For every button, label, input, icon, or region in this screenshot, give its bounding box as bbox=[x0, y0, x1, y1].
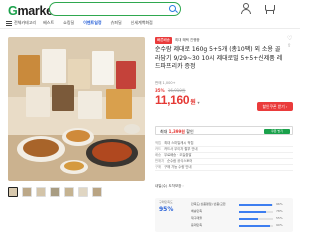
user-icon[interactable] bbox=[240, 3, 251, 14]
badge-row: 빠른배송 최대 혜택 진행중 bbox=[155, 37, 200, 44]
cart-icon[interactable] bbox=[264, 3, 275, 13]
share-icon[interactable]: ⇪ bbox=[287, 44, 291, 49]
chevron-right-icon: › bbox=[182, 184, 184, 188]
info-row: 구매 구매 가능 수량 안내 bbox=[155, 165, 293, 171]
thumbnail-strip bbox=[8, 187, 102, 197]
promo-text: 최대 혜택 진행중 bbox=[174, 38, 200, 42]
nav-item-shinsegae[interactable]: 신세계백화점 bbox=[131, 20, 153, 26]
satisfaction-percent: 95% bbox=[159, 206, 174, 213]
sales-count: 판매 1,000+ bbox=[155, 81, 176, 85]
thumbnail[interactable] bbox=[22, 187, 32, 197]
product-image[interactable] bbox=[8, 37, 145, 181]
stat-row: 응대만족 90% bbox=[191, 223, 283, 227]
nav-item-super-deal[interactable]: 슈퍼딜 bbox=[111, 20, 122, 26]
info-triangle-icon: ▾ bbox=[197, 100, 200, 105]
nav-item-best[interactable]: 베스트 bbox=[43, 20, 54, 26]
delivery-info[interactable]: 내일(수) 도착보장› bbox=[155, 184, 184, 189]
coupon-box: 최대 1,399원 할인 쿠폰 받기 bbox=[155, 126, 293, 135]
nav-divider bbox=[0, 28, 300, 29]
coupon-text: 최대 1,399원 할인 bbox=[160, 129, 194, 134]
promo-badge: 빠른배송 bbox=[155, 37, 172, 44]
all-categories-button[interactable]: 전체카테고리 bbox=[6, 20, 36, 26]
thumbnail[interactable] bbox=[64, 187, 74, 197]
stat-bar bbox=[239, 204, 273, 206]
get-coupon-button[interactable]: 쿠폰 받기 bbox=[264, 128, 290, 134]
stat-row: 만족도(상품평점) 반품/교환 96% bbox=[191, 202, 283, 206]
stat-bar bbox=[239, 225, 273, 227]
stat-row: 배송만족 78% bbox=[191, 209, 283, 213]
thumbnail[interactable] bbox=[36, 187, 46, 197]
thumbnail[interactable] bbox=[78, 187, 88, 197]
thumbnail[interactable] bbox=[92, 187, 102, 197]
stat-row: 재구매율 55% bbox=[191, 216, 283, 220]
search-input[interactable] bbox=[49, 2, 181, 16]
satisfaction-label: 구매만족도 bbox=[159, 200, 173, 204]
thumbnail[interactable] bbox=[8, 187, 18, 197]
stat-bar bbox=[239, 211, 273, 213]
thumbnail[interactable] bbox=[50, 187, 60, 197]
category-nav: 전체카테고리 베스트 쇼킹딜 이벤트일정 슈퍼딜 신세계백화점 bbox=[6, 20, 162, 26]
heart-icon[interactable]: ♡ bbox=[287, 36, 292, 42]
hamburger-icon bbox=[6, 20, 12, 26]
nav-item-shocking-deal[interactable]: 쇼킹딜 bbox=[63, 20, 74, 26]
info-rows: 적립 최대 스마일캐시 적립 카드 카드사 무이자 할부 안내 배송 무료배송 · 오… bbox=[155, 141, 293, 171]
satisfaction-panel: 구매만족도 95% 만족도(상품평점) 반품/교환 96% 배송만족 78% 재… bbox=[155, 198, 293, 232]
stat-bar bbox=[239, 218, 273, 220]
nav-item-event[interactable]: 이벤트일정 bbox=[83, 20, 101, 26]
search-icon[interactable] bbox=[169, 5, 176, 12]
sale-price: 11,160원 ▾ bbox=[155, 93, 200, 107]
coupon-download-button[interactable]: 할인쿠폰 받기 › bbox=[257, 102, 293, 111]
product-title: 순수람 제대로 160g 5+5개 (총10팩) 외 소용 골라담기 9/29~… bbox=[155, 46, 283, 70]
